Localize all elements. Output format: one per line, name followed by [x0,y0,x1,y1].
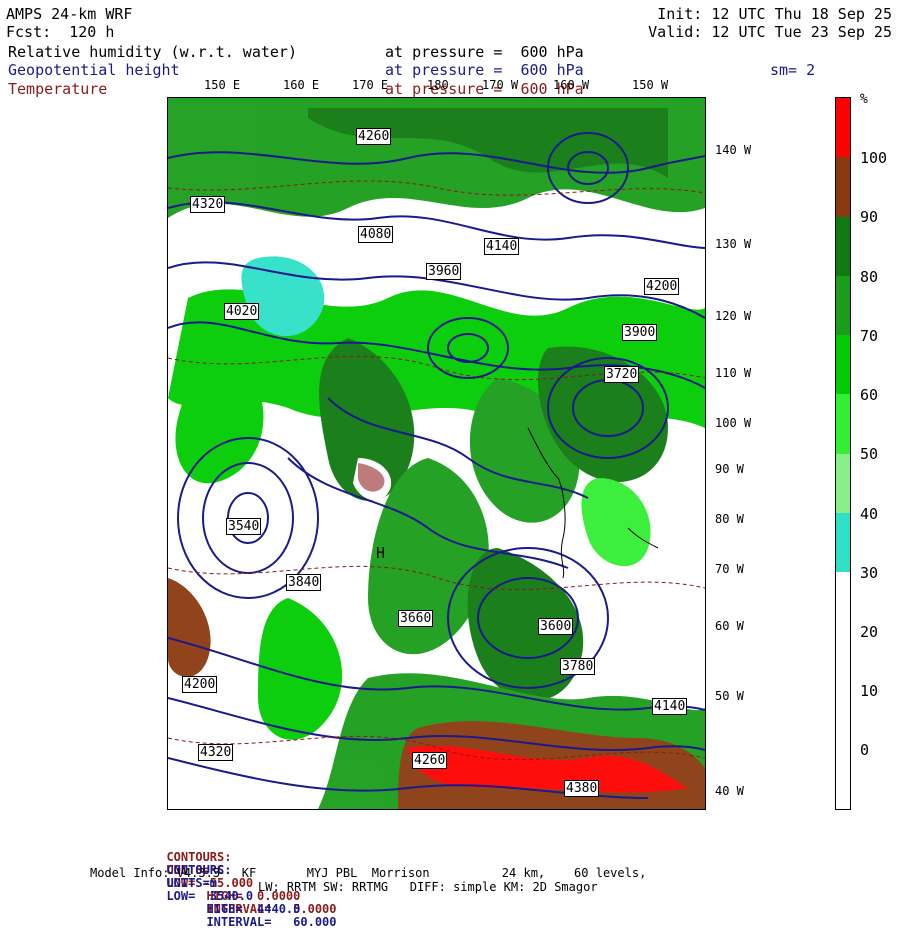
height-contour-high: HIGH= 4440.0 [206,902,301,916]
colorbar-label: 90 [860,208,879,226]
colorbar-segment [836,749,850,809]
colorbar-segment [836,275,850,335]
height-label: 3600 [538,618,574,635]
height-label: 4200 [182,676,218,693]
lat-label: 50 W [715,689,744,703]
height-contour-interval: INTERVAL= 60.000 [206,915,337,929]
valid-time: Valid: 12 UTC Tue 23 Sep 25 [648,23,892,41]
lat-label: 80 W [715,512,744,526]
lon-label: 170 W [482,78,519,92]
lon-label: 150 E [204,78,241,92]
colorbar-label: 100 [860,149,888,167]
height-contour-low: LOW= 3540.0 [166,889,254,903]
rh-height-temp-map [168,98,705,809]
lon-label: 150 W [632,78,669,92]
colorbar-segment [836,453,850,513]
colorbar-label: 30 [860,564,879,582]
lon-label: 160 E [283,78,320,92]
colorbar-label: 60 [860,386,879,404]
colorbar-label: 40 [860,505,879,523]
field-rh-level: at pressure = 600 hPa [385,43,584,61]
height-label: 4320 [198,744,234,761]
colorbar-unit: % [860,92,868,107]
lat-label: 140 W [715,143,752,157]
colorbar-label: 20 [860,623,879,641]
field-height-name: Geopotential height [8,61,180,79]
lon-label: 160 W [553,78,590,92]
colorbar-label: 80 [860,268,879,286]
init-time: Init: 12 UTC Thu 18 Sep 25 [657,5,892,23]
lat-label: 70 W [715,562,744,576]
colorbar-segment [836,216,850,276]
lat-label: 60 W [715,619,744,633]
colorbar-label: 50 [860,445,879,463]
high-center-label: H [376,544,386,562]
forecast-hour: Fcst: 120 h [6,23,115,41]
height-label: 4200 [644,278,680,295]
colorbar-segment [836,572,850,632]
field-rh-name: Relative humidity (w.r.t. water) [8,43,297,61]
map-panel[interactable]: 4320 4260 4080 4200 4140 4020 3960 3900 … [167,97,706,810]
colorbar-segment [836,335,850,395]
field-temp-name: Temperature [8,80,108,98]
colorbar-label: 0 [860,741,870,759]
colorbar-segment [836,631,850,691]
lat-label: 120 W [715,309,752,323]
lon-label: 170 E [352,78,389,92]
colorbar-segment [836,394,850,454]
smoothing-label: sm= 2 [770,61,816,79]
lat-label: 130 W [715,237,752,251]
model-title: AMPS 24-km WRF [6,5,133,23]
lat-label: 90 W [715,462,744,476]
height-label: 4020 [224,303,260,320]
height-label: 3900 [622,324,658,341]
lat-label: 110 W [715,366,752,380]
colorbar [835,97,851,810]
colorbar-label: 70 [860,327,879,345]
height-label: 3780 [560,658,596,675]
height-label: 3540 [226,518,262,535]
colorbar-segment [836,512,850,572]
lon-label: 180 [427,78,449,92]
height-label: 4140 [484,238,520,255]
height-label: 3720 [604,366,640,383]
colorbar-segment [836,690,850,750]
height-label: 3660 [398,610,434,627]
colorbar-label: 10 [860,682,879,700]
colorbar-segment [836,157,850,217]
height-label: 4380 [564,780,600,797]
height-label: 4260 [412,752,448,769]
height-label: 4260 [356,128,392,145]
height-label: 4080 [358,226,394,243]
model-info-line2: LW: RRTM SW: RRTMG DIFF: simple KM: 2D S… [258,880,598,894]
lat-label: 100 W [715,416,752,430]
model-info-line1: Model Info: V4.3.3 KF MYJ PBL Morrison 2… [90,866,647,880]
height-label: 4140 [652,698,688,715]
height-label: 4320 [190,196,226,213]
colorbar-segment [836,98,850,158]
lat-label: 40 W [715,784,744,798]
height-label: 3960 [426,263,462,280]
height-label: 3840 [286,574,322,591]
field-height-level: at pressure = 600 hPa [385,61,584,79]
